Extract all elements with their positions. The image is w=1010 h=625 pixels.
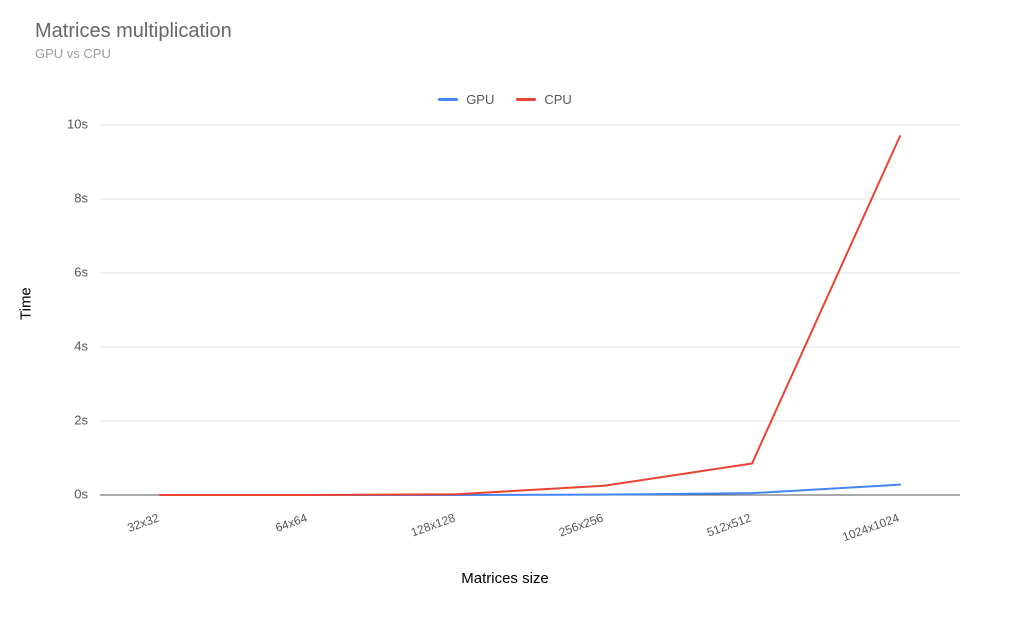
y-tick-label: 10s — [67, 116, 88, 131]
x-tick-label: 1024x1024 — [840, 511, 901, 545]
legend-item-gpu: GPU — [438, 92, 494, 107]
series-cpu — [160, 136, 900, 495]
chart-subtitle: GPU vs CPU — [35, 46, 111, 61]
chart-legend: GPU CPU — [0, 92, 1010, 107]
y-tick-label: 2s — [74, 412, 88, 427]
y-axis-title: Time — [18, 287, 35, 320]
x-tick-label: 32x32 — [126, 511, 162, 535]
x-tick-label: 256x256 — [557, 511, 605, 540]
chart-title: Matrices multiplication — [35, 20, 232, 43]
x-axis-title: Matrices size — [0, 570, 1010, 587]
x-tick-label: 128x128 — [409, 511, 457, 540]
y-tick-label: 8s — [74, 190, 88, 205]
y-tick-label: 0s — [74, 486, 88, 501]
x-tick-label: 64x64 — [274, 511, 310, 535]
x-tick-label: 512x512 — [705, 511, 753, 540]
legend-swatch-gpu — [438, 98, 458, 101]
y-tick-label: 4s — [74, 338, 88, 353]
plot-svg: 0s2s4s6s8s10s32x3264x64128x128256x256512… — [100, 125, 960, 495]
chart-container: Matrices multiplication GPU vs CPU GPU C… — [0, 0, 1010, 625]
legend-label-cpu: CPU — [544, 92, 571, 107]
legend-swatch-cpu — [516, 98, 536, 101]
legend-label-gpu: GPU — [466, 92, 494, 107]
plot-area: 0s2s4s6s8s10s32x3264x64128x128256x256512… — [100, 125, 960, 495]
y-tick-label: 6s — [74, 264, 88, 279]
legend-item-cpu: CPU — [516, 92, 571, 107]
